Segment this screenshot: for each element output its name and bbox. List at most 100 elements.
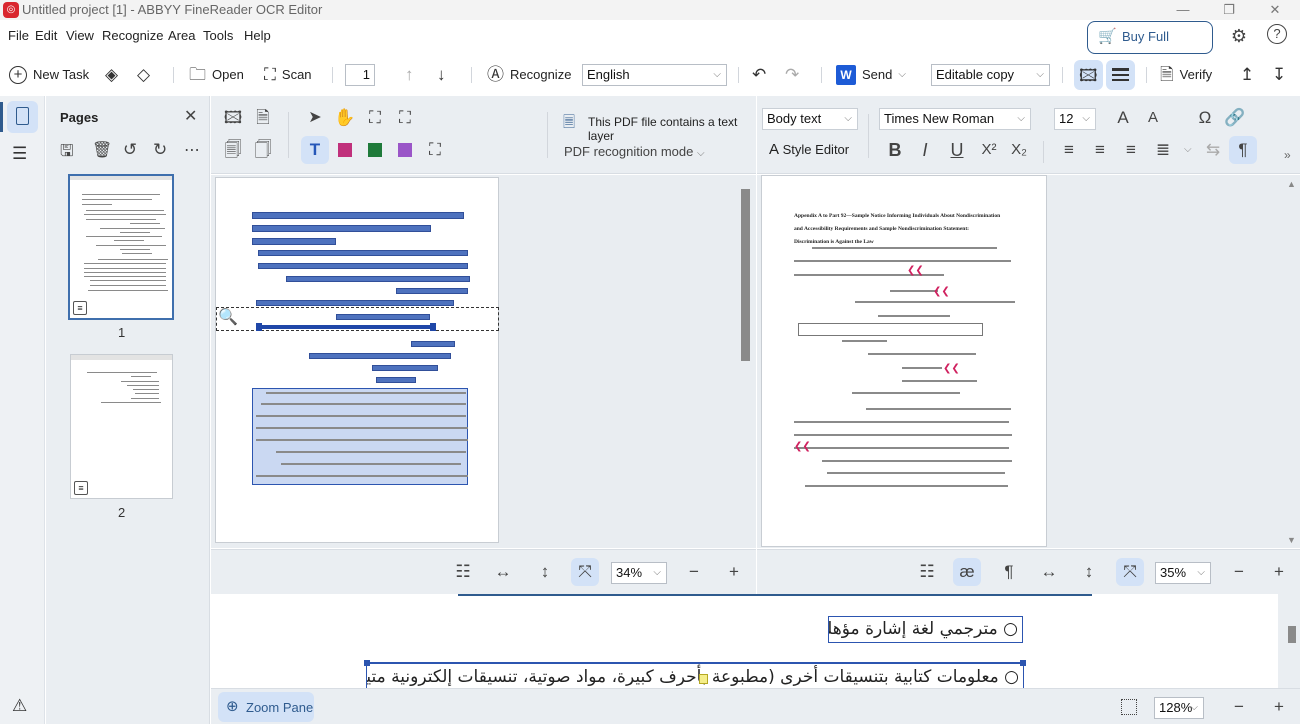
alignment-chevron-icon[interactable]: ⌵ bbox=[1184, 144, 1192, 155]
special-character-omega-icon[interactable]: Ω bbox=[1191, 104, 1219, 132]
scroll-down-arrow-icon[interactable]: ▼ bbox=[1287, 535, 1296, 545]
layers-button[interactable]: ◇ bbox=[137, 58, 150, 92]
justify-button[interactable]: ≣ bbox=[1149, 136, 1177, 164]
menu-file[interactable]: File bbox=[8, 28, 29, 43]
superscript-button[interactable]: X² bbox=[975, 136, 1003, 164]
text-zoom-select[interactable]: 35% ⌵ bbox=[1155, 562, 1211, 584]
restore-button[interactable]: ❐ bbox=[1206, 0, 1252, 20]
recognized-area-line[interactable] bbox=[258, 250, 468, 256]
menu-view[interactable]: View bbox=[66, 28, 94, 43]
menu-recognize[interactable]: Recognize bbox=[102, 28, 163, 43]
recognized-area-line[interactable] bbox=[258, 263, 468, 269]
reorder-areas-icon[interactable]: ⛶ bbox=[391, 104, 419, 132]
more-tools-icon[interactable]: » bbox=[1284, 148, 1291, 162]
grow-font-icon[interactable]: A bbox=[1109, 104, 1137, 132]
style-editor-button[interactable]: A Style Editor bbox=[769, 141, 849, 158]
table-area-tool[interactable] bbox=[361, 136, 389, 164]
selection-area-icon[interactable] bbox=[1121, 699, 1137, 715]
text-area-tool[interactable]: T bbox=[301, 136, 329, 164]
scan-button[interactable]: ⛶ Scan bbox=[264, 58, 312, 92]
recognized-area-heading[interactable] bbox=[252, 212, 464, 219]
selected-area[interactable] bbox=[258, 325, 434, 329]
zoom-pane-zoom-select[interactable]: 128% ⌵ bbox=[1154, 697, 1204, 719]
zoom-out-icon[interactable]: − bbox=[680, 558, 708, 586]
new-task-button[interactable]: + New Task bbox=[9, 58, 89, 92]
recognized-area-line[interactable] bbox=[411, 341, 455, 347]
selection-handle[interactable] bbox=[430, 323, 436, 331]
recognized-area-line[interactable] bbox=[372, 365, 438, 371]
language-select[interactable]: English ⌵ bbox=[582, 64, 727, 86]
verify-button[interactable]: 🗎 Verify bbox=[1160, 58, 1212, 92]
show-formatting-icon[interactable]: ¶ bbox=[995, 558, 1023, 586]
page-thumbnail-1[interactable]: ≡ bbox=[68, 174, 174, 320]
italic-button[interactable]: I bbox=[911, 136, 939, 164]
thumbnail-view-icon[interactable]: ☷ bbox=[913, 558, 941, 586]
fit-page-icon[interactable]: ⤧ bbox=[571, 558, 599, 586]
image-pane-scrollbar[interactable] bbox=[741, 189, 750, 361]
text-heading[interactable]: Appendix A to Part 92—Sample Notice Info… bbox=[794, 210, 1014, 249]
align-left-button[interactable]: ≡ bbox=[1055, 136, 1083, 164]
minimize-button[interactable]: — bbox=[1160, 0, 1206, 20]
warning-icon[interactable]: ⚠ bbox=[12, 696, 27, 716]
recognized-area-line[interactable] bbox=[256, 300, 454, 306]
scroll-up-arrow-icon[interactable]: ▲ bbox=[1287, 179, 1296, 189]
spell-check-icon[interactable]: æ bbox=[953, 558, 981, 586]
zoom-in-icon[interactable]: + bbox=[720, 558, 748, 586]
open-button[interactable]: 🗀 Open bbox=[189, 58, 244, 92]
pdf-recognition-mode-dropdown[interactable]: PDF recognition mode ⌵ bbox=[564, 144, 705, 159]
pilcrow-rtl-button[interactable]: ¶ bbox=[1229, 136, 1257, 164]
align-center-button[interactable]: ≡ bbox=[1086, 136, 1114, 164]
uncertain-char-flag-icon[interactable]: ❮❮ bbox=[794, 441, 811, 452]
fit-width-icon[interactable]: ↔ bbox=[489, 558, 517, 586]
rotate-left-icon[interactable]: ↺ bbox=[123, 140, 137, 160]
menu-edit[interactable]: Edit bbox=[35, 28, 57, 43]
font-select[interactable]: Times New Roman ⌵ bbox=[879, 108, 1031, 130]
menu-tools[interactable]: Tools bbox=[203, 28, 233, 43]
bold-button[interactable]: B bbox=[881, 136, 909, 164]
recognized-area-line[interactable] bbox=[376, 377, 416, 383]
text-direction-icon[interactable]: ⇆ bbox=[1199, 136, 1227, 164]
recognition-area-tool[interactable]: ⛶ bbox=[421, 136, 449, 164]
image-view-toggle[interactable]: 🖾 bbox=[1074, 60, 1103, 90]
recognize-button[interactable]: Ⓐ Recognize bbox=[487, 58, 571, 92]
page-thumbnail-2[interactable]: ≡ bbox=[70, 354, 173, 499]
font-size-select[interactable]: 12 ⌵ bbox=[1054, 108, 1096, 130]
previous-error-button[interactable]: ↥ bbox=[1240, 58, 1254, 92]
shrink-font-icon[interactable]: A bbox=[1139, 104, 1167, 132]
buy-full-version-button[interactable]: 🛒 Buy Full Version bbox=[1087, 21, 1213, 74]
recognized-area-line[interactable] bbox=[396, 288, 468, 294]
paragraph-style-select[interactable]: Body text ⌵ bbox=[762, 108, 858, 130]
link-icon[interactable]: 🔗 bbox=[1221, 104, 1249, 132]
recognized-area-heading[interactable] bbox=[252, 238, 336, 245]
recognized-area-line[interactable] bbox=[309, 353, 451, 359]
next-error-button[interactable]: ↧ bbox=[1272, 58, 1286, 92]
output-mode-select[interactable]: Editable copy ⌵ bbox=[931, 64, 1050, 86]
recognized-area-line[interactable] bbox=[286, 276, 470, 282]
fit-height-icon[interactable]: ↕ bbox=[1075, 558, 1103, 586]
undo-button[interactable]: ↶ bbox=[752, 58, 766, 92]
next-page-button[interactable]: ↓ bbox=[437, 58, 446, 92]
close-pages-icon[interactable]: ✕ bbox=[184, 106, 197, 126]
help-icon[interactable]: ? bbox=[1267, 24, 1287, 44]
subscript-button[interactable]: X₂ bbox=[1005, 136, 1033, 164]
settings-gear-icon[interactable]: ⚙ bbox=[1227, 24, 1251, 48]
zoom-pane-scrollbar-thumb[interactable] bbox=[1288, 626, 1296, 643]
previous-page-button[interactable]: ↑ bbox=[405, 58, 414, 92]
zoom-out-icon[interactable]: − bbox=[1225, 558, 1253, 586]
zoom-out-icon[interactable]: − bbox=[1225, 693, 1253, 721]
image-zoom-select[interactable]: 34% ⌵ bbox=[611, 562, 667, 584]
pages-panel-button[interactable] bbox=[7, 101, 38, 133]
close-button[interactable]: ✕ bbox=[1252, 0, 1298, 20]
rotate-right-icon[interactable]: ↻ bbox=[153, 140, 167, 160]
fit-page-icon[interactable]: ⤧ bbox=[1116, 558, 1144, 586]
uncertain-char-flag-icon[interactable]: ❮❮ bbox=[943, 363, 960, 374]
menu-area[interactable]: Area bbox=[168, 28, 195, 43]
fit-height-icon[interactable]: ↕ bbox=[531, 558, 559, 586]
save-image-icon[interactable]: 🗎 bbox=[249, 104, 277, 132]
text-view-toggle[interactable] bbox=[1106, 60, 1135, 90]
uncertain-char-flag-icon[interactable]: ❮❮ bbox=[933, 286, 950, 297]
save-page-icon[interactable]: 🖫 bbox=[60, 140, 74, 167]
recognize-page-icon[interactable]: 🗐 bbox=[219, 136, 247, 164]
align-right-button[interactable]: ≡ bbox=[1117, 136, 1145, 164]
zoom-in-icon[interactable]: + bbox=[1265, 558, 1293, 586]
